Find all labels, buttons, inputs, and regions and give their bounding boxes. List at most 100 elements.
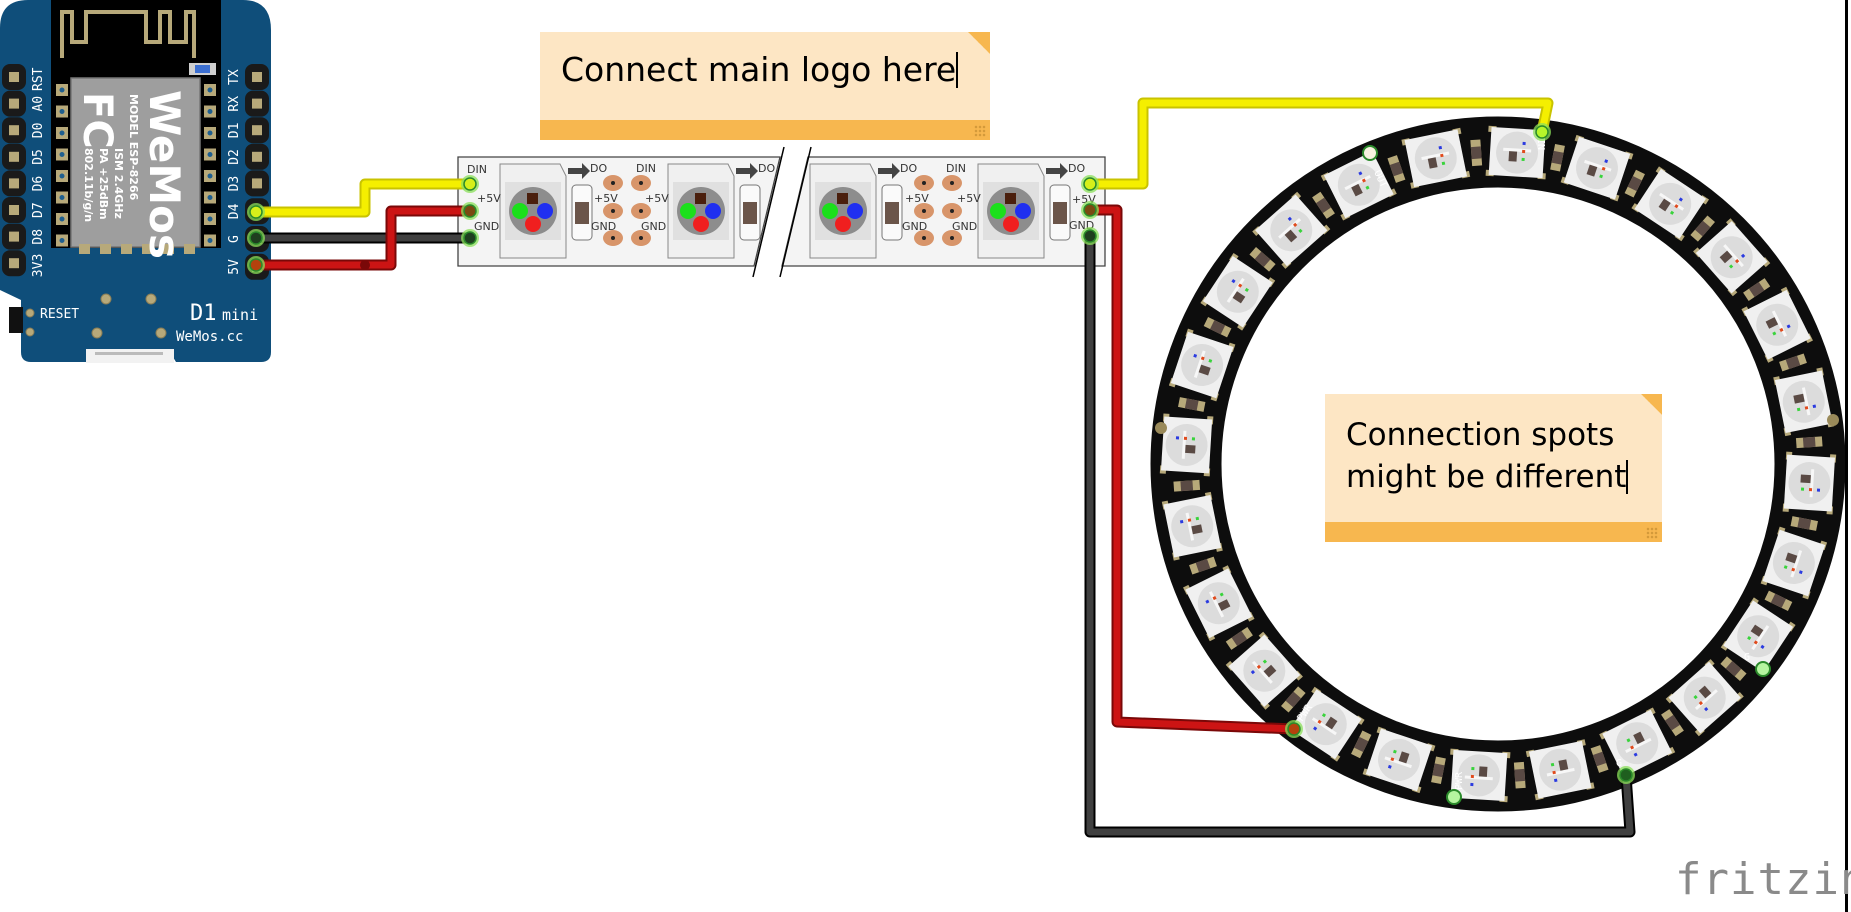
led-blue	[537, 203, 553, 219]
pin-d8[interactable]	[9, 231, 19, 242]
pin-d3[interactable]	[252, 178, 262, 189]
board-hole	[155, 327, 167, 339]
pin-d0[interactable]	[9, 125, 19, 136]
ring-led	[1159, 413, 1214, 477]
resize-grip-icon[interactable]	[1646, 527, 1658, 539]
capacitor-body	[1802, 436, 1816, 448]
led-red	[1804, 406, 1809, 410]
pin-d6[interactable]	[9, 178, 19, 189]
led-red	[1183, 436, 1188, 440]
note-text-content[interactable]: Connect main logo here	[561, 50, 956, 89]
reset-pad	[25, 308, 35, 318]
pin-tx[interactable]	[252, 72, 262, 82]
pin-rx[interactable]	[252, 98, 262, 109]
led-red	[1552, 770, 1556, 775]
strip-pad-label: DO	[758, 162, 775, 175]
ring-capacitor	[1795, 436, 1823, 449]
module-line-1: MODEL ESP-8266	[127, 94, 140, 201]
ring-capacitor	[1470, 139, 1483, 167]
led-red	[525, 216, 541, 232]
led-die	[695, 193, 706, 204]
strip-pad-label: GND	[641, 220, 666, 233]
text-caret	[956, 52, 959, 88]
led-die	[1478, 766, 1488, 777]
pin-label: D1	[227, 123, 242, 139]
ring-mount-hole	[1827, 414, 1839, 426]
module-line-4: 802.11b/g/n	[82, 148, 95, 222]
led-green	[1796, 407, 1801, 412]
castellation-hole	[59, 238, 65, 243]
castellation-pad	[100, 244, 111, 254]
strip-pad-label: +5V	[594, 192, 618, 205]
ring-led	[1782, 451, 1837, 515]
pin-rst[interactable]	[9, 72, 19, 82]
pin-d7[interactable]	[9, 205, 19, 215]
pin-label: D5	[31, 149, 46, 165]
ring-mount-hole	[1155, 422, 1167, 434]
solder-pad-hole	[611, 209, 615, 213]
resize-grip-icon[interactable]	[974, 125, 986, 137]
strip-pin-label: GND	[474, 220, 499, 233]
pin-a0[interactable]	[9, 98, 19, 109]
ring-pad-pwr-2[interactable]	[1446, 789, 1462, 805]
note-text-content[interactable]: Connection spots might be different	[1346, 417, 1626, 495]
strip-pad-label: DO	[900, 162, 917, 175]
note-fold	[968, 32, 990, 54]
ring-pad-g-2[interactable]	[1755, 661, 1771, 677]
solder-pad-hole	[639, 236, 643, 240]
pin-g-connector-core	[249, 231, 263, 245]
module-line-2: ISM 2.4GHz	[112, 148, 125, 219]
led-die	[1800, 474, 1811, 484]
note-connect-logo[interactable]: Connect main logo here	[540, 32, 990, 140]
pin-d5[interactable]	[9, 151, 19, 162]
capacitor-body	[1514, 768, 1526, 782]
pin-d1[interactable]	[252, 125, 262, 136]
solder-pad-hole	[639, 209, 643, 213]
pin-label: RX	[227, 96, 242, 112]
led-die	[837, 193, 848, 204]
pin-d2[interactable]	[252, 151, 262, 162]
strip-pad-label: DO	[590, 162, 607, 175]
ring-in-connector-core	[1535, 125, 1549, 139]
solder-pad-hole	[922, 236, 926, 240]
castellation-hole	[59, 109, 65, 114]
ring-label-g: G	[1744, 652, 1750, 663]
solder-pad-hole	[922, 209, 926, 213]
reset-button[interactable]	[9, 307, 23, 333]
led-smd-lens	[195, 65, 210, 73]
strip-5v-in-connector-core	[463, 204, 477, 218]
led-strip[interactable]: DIN +5V GND DO DO DO DO DIN DIN +5V +5V +5V +5V GND GN…	[457, 146, 1106, 278]
pin-label: 3V3	[31, 254, 46, 277]
strip-do-connector-core	[1083, 177, 1097, 191]
strip-pad-label: DIN	[946, 162, 966, 175]
solder-pad-hole	[922, 181, 926, 185]
led-green	[1471, 766, 1475, 771]
ring-capacitor	[1173, 479, 1201, 492]
led-green	[680, 203, 696, 219]
note-connection-spots[interactable]: Connection spots might be different	[1325, 394, 1662, 542]
pin-label: G	[227, 235, 242, 243]
pin-label: RST	[31, 67, 46, 91]
strip-gnd-in-connector-core	[463, 231, 477, 245]
note-fold	[1641, 394, 1662, 415]
reset-pad-2	[25, 327, 35, 337]
capacitor-body	[1470, 146, 1482, 160]
led-green	[1550, 762, 1555, 767]
note-band	[540, 120, 990, 140]
d1-mini-board[interactable]: FC WeMos MODEL ESP-8266 ISM 2.4GHz PA +2…	[0, 0, 271, 363]
strip-pad-label: +5V	[957, 192, 981, 205]
pin-label: TX	[227, 69, 242, 85]
castellation-hole	[207, 238, 213, 243]
pin-3v3[interactable]	[9, 258, 19, 269]
castellation-hole	[207, 87, 213, 93]
ring-pad-out[interactable]	[1362, 145, 1378, 161]
pin-label: D2	[227, 149, 242, 165]
led-blue	[847, 203, 863, 219]
note-text[interactable]: Connection spots might be different	[1346, 414, 1629, 498]
led-green	[1521, 157, 1525, 162]
castellation-pad	[121, 244, 132, 254]
led-blue	[1553, 778, 1558, 783]
note-text[interactable]: Connect main logo here	[561, 50, 959, 90]
led-blue	[1438, 145, 1443, 150]
led-red	[1003, 216, 1019, 232]
